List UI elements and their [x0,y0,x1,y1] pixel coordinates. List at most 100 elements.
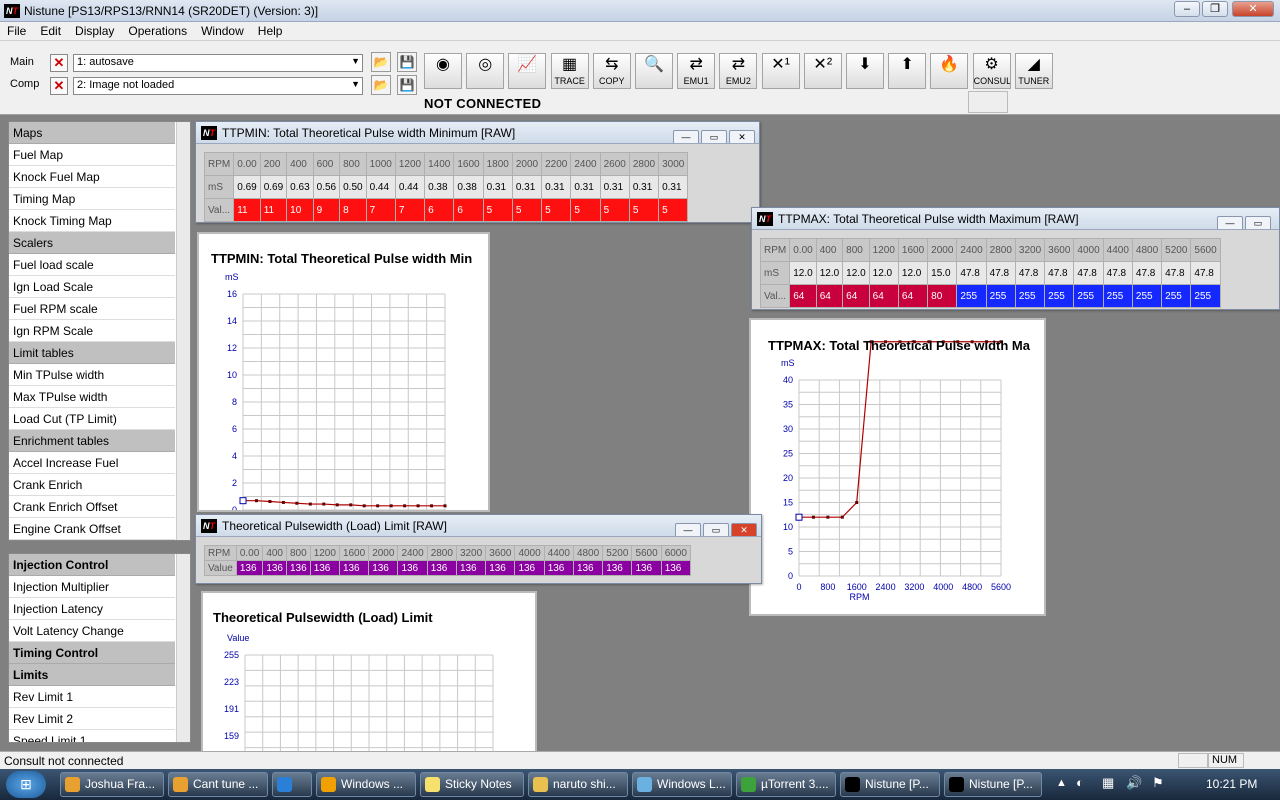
rpm-cell[interactable]: 4000 [514,545,545,561]
taskbar-item[interactable]: Cant tune ... [168,772,268,797]
sidebar-section-header[interactable]: Enrichment tables [9,430,175,452]
rpm-cell[interactable]: 0.00 [235,545,264,561]
gauge-button[interactable]: ◉ [424,53,462,89]
ms-cell[interactable]: 0.50 [339,175,367,199]
ms-cell[interactable]: 12.0 [868,261,899,285]
sidebar-item[interactable]: Min TPulse width [9,364,175,386]
upload-button[interactable]: ⬆ [888,53,927,89]
rpm-cell[interactable]: 2000 [927,238,958,262]
minimize-button[interactable]: ‒ [1174,1,1200,17]
open-folder-icon[interactable]: 📂 [371,75,391,95]
taskbar-item[interactable]: naruto shi... [528,772,628,797]
rpm-cell[interactable]: 4000 [1073,238,1104,262]
rpm-cell[interactable]: 3600 [1044,238,1075,262]
ms-cell[interactable]: 12.0 [815,261,844,285]
sidebar-section-header[interactable]: Injection Control [9,554,175,576]
rpm-cell[interactable]: 1600 [338,545,370,561]
ms-cell[interactable]: 47.8 [985,261,1016,285]
sidebar-section-header[interactable]: Scalers [9,232,175,254]
ms-cell[interactable]: 47.8 [956,261,987,285]
taskbar-item[interactable]: Windows L... [632,772,732,797]
val-cell[interactable]: 255 [1014,284,1046,308]
rpm-cell[interactable]: 1200 [868,238,899,262]
ms-cell[interactable]: 47.8 [1102,261,1133,285]
rpm-cell[interactable]: 2400 [570,152,601,176]
minimize-button[interactable]: — [673,130,699,143]
rpm-cell[interactable]: 1200 [309,545,340,561]
val-cell[interactable]: 64 [868,284,899,308]
val-cell[interactable]: 136 [235,560,264,576]
ms-cell[interactable]: 12.0 [789,261,817,285]
val-cell[interactable]: 11 [233,198,261,222]
clock[interactable]: 10:21 PM [1206,777,1257,791]
rpm-cell[interactable]: 1600 [453,152,484,176]
menu-help[interactable]: Help [251,22,290,40]
sidebar-item[interactable]: Ign Load Scale [9,276,175,298]
val-cell[interactable]: 6 [453,198,484,222]
ms-cell[interactable]: 0.44 [394,175,426,199]
rpm-cell[interactable]: 400 [286,152,314,176]
rpm-cell[interactable]: 800 [286,545,311,561]
main-clear-button[interactable]: ✕ [50,54,68,72]
tray-arrow-icon[interactable]: ▲ [1056,777,1067,789]
ms-cell[interactable]: 0.31 [570,175,601,199]
menu-edit[interactable]: Edit [33,22,68,40]
val-cell[interactable]: 5 [628,198,660,222]
ms-cell[interactable]: 47.8 [1044,261,1075,285]
val-cell[interactable]: 136 [368,560,399,576]
sidebar-item[interactable]: Injection Multiplier [9,576,175,598]
ms-cell[interactable]: 0.31 [511,175,543,199]
rpm-cell[interactable]: 3600 [485,545,516,561]
val-cell[interactable]: 5 [511,198,543,222]
val-cell[interactable]: 255 [1131,284,1163,308]
ms-cell[interactable]: 0.38 [424,175,455,199]
val-cell[interactable]: 255 [1102,284,1133,308]
ms-cell[interactable]: 47.8 [1014,261,1046,285]
maximize-button[interactable]: ❐ [1202,1,1228,17]
copy-button[interactable]: ⇆ COPY [592,53,631,89]
rpm-cell[interactable]: 200 [259,152,288,176]
val-cell[interactable]: 136 [485,560,516,576]
maximize-button[interactable]: ▭ [703,523,729,536]
menu-operations[interactable]: Operations [121,22,194,40]
rpm-cell[interactable]: 2800 [628,152,660,176]
ms-cell[interactable]: 0.31 [599,175,630,199]
comp-image-select[interactable]: 2: Image not loaded ▼ [73,77,363,95]
val-cell[interactable]: 136 [602,560,633,576]
rpm-cell[interactable]: 2600 [599,152,630,176]
sidebar-item[interactable]: Timing Map [9,188,175,210]
val-cell[interactable]: 80 [927,284,958,308]
menu-window[interactable]: Window [194,22,251,40]
start-button[interactable]: ⊞ [6,771,46,798]
rpm-cell[interactable]: 1200 [394,152,426,176]
val-cell[interactable]: 136 [338,560,370,576]
map1-button[interactable]: ✕¹ [761,53,800,89]
val-cell[interactable]: 136 [543,560,574,576]
graph-button[interactable]: 📈 [508,53,547,89]
zoom-button[interactable]: 🔍 [635,53,673,89]
val-cell[interactable]: 5 [541,198,572,222]
volume-icon[interactable]: 🔊 [1126,775,1142,791]
tplimit-table-window[interactable]: NT Theoretical Pulsewidth (Load) Limit [R… [195,514,762,584]
ttpmax-table-window[interactable]: NT TTPMAX: Total Theoretical Pulse width … [751,207,1280,310]
ttpmin-grid[interactable]: RPM 0.00 200 400 600 800 1000 1200 1400 1600 1800 2… [203,152,689,222]
burn-button[interactable]: 🔥 [930,53,969,89]
val-cell[interactable]: 255 [956,284,987,308]
val-cell[interactable]: 5 [658,198,689,222]
val-cell[interactable]: 255 [1073,284,1104,308]
ms-cell[interactable]: 0.31 [628,175,660,199]
val-cell[interactable]: 136 [286,560,311,576]
comp-clear-button[interactable]: ✕ [50,77,68,95]
map2-button[interactable]: ✕² [803,53,842,89]
ms-cell[interactable]: 0.69 [259,175,288,199]
sidebar-item[interactable]: Volt Latency Change [9,620,175,642]
sidebar-section-header[interactable]: Timing Control [9,642,175,664]
rpm-cell[interactable]: 400 [262,545,287,561]
rpm-cell[interactable]: 4800 [1131,238,1163,262]
rpm-cell[interactable]: 4800 [572,545,604,561]
flag-icon[interactable]: ⚑ [1152,775,1164,791]
ms-cell[interactable]: 0.31 [658,175,689,199]
save-icon[interactable]: 💾 [397,52,417,72]
val-cell[interactable]: 64 [897,284,929,308]
maximize-button[interactable]: ▭ [1245,216,1271,229]
